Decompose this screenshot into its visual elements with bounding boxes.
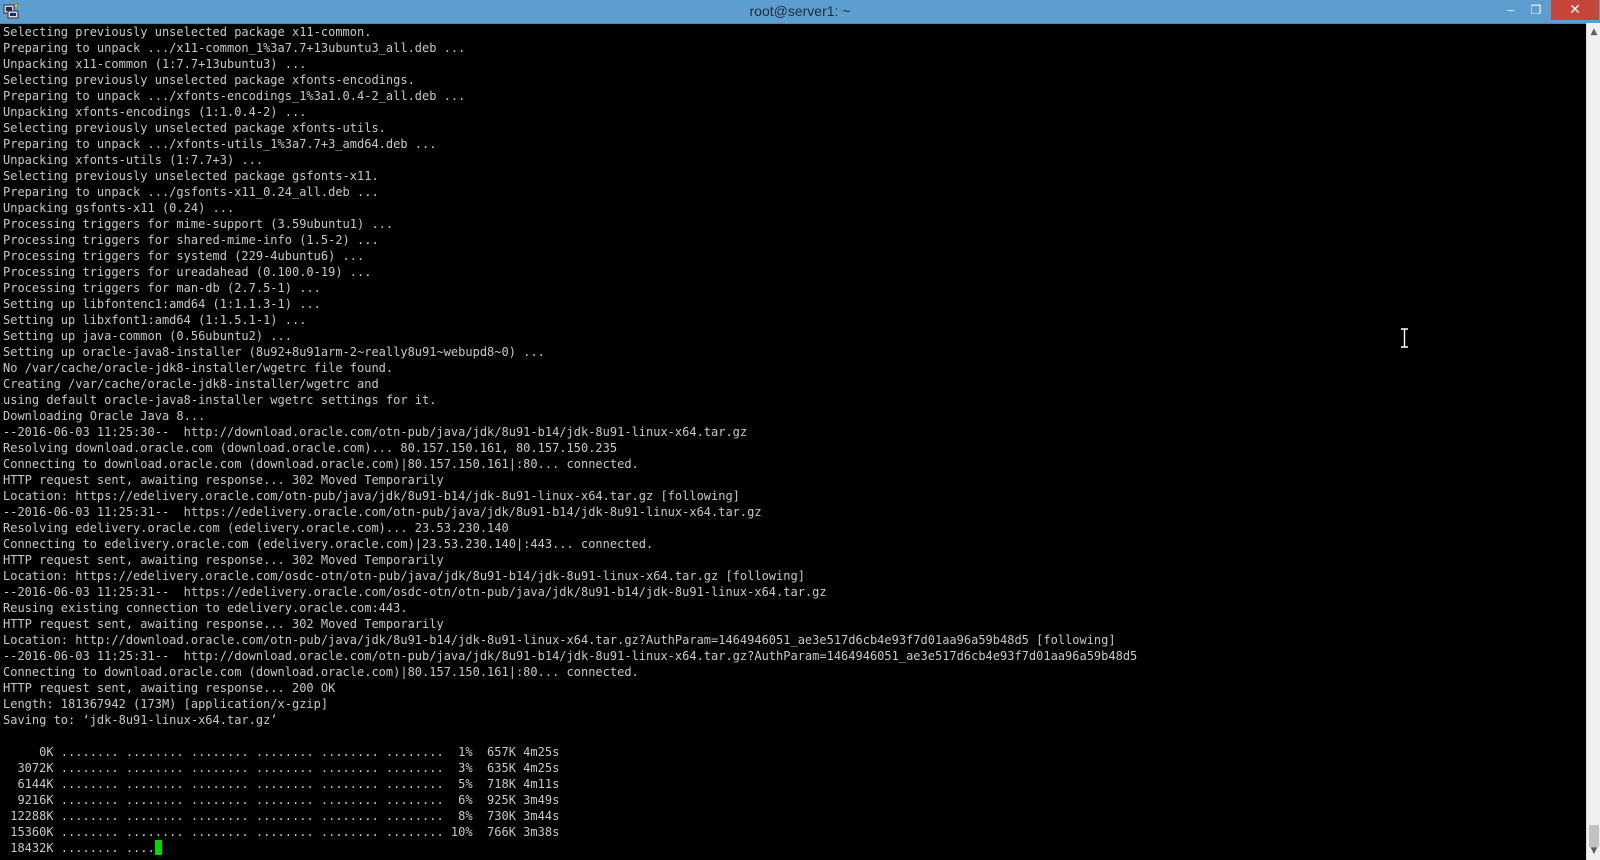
terminal-line: Connecting to edelivery.oracle.com (edel…	[3, 537, 654, 551]
terminal-line: Unpacking xfonts-encodings (1:1.0.4-2) .…	[3, 105, 307, 119]
terminal-line: Processing triggers for mime-support (3.…	[3, 217, 394, 231]
terminal-line: 9216K ........ ........ ........ .......…	[3, 793, 560, 807]
terminal-line: Selecting previously unselected package …	[3, 169, 379, 183]
terminal-line: Processing triggers for shared-mime-info…	[3, 233, 379, 247]
terminal-line: Setting up libxfont1:amd64 (1:1.5.1-1) .…	[3, 313, 307, 327]
terminal-line: Creating /var/cache/oracle-jdk8-installe…	[3, 377, 379, 391]
terminal-line: --2016-06-03 11:25:31-- https://edeliver…	[3, 505, 762, 519]
window-title: root@server1: ~	[749, 3, 851, 19]
terminal-line: --2016-06-03 11:25:31-- https://edeliver…	[3, 585, 827, 599]
scroll-down-arrow-icon[interactable]: ▼	[1587, 844, 1600, 858]
terminal-line: HTTP request sent, awaiting response... …	[3, 681, 336, 695]
terminal-cursor	[154, 840, 162, 855]
terminal-line: Saving to: ‘jdk-8u91-linux-x64.tar.gz’	[3, 713, 278, 727]
terminal-line: Setting up java-common (0.56ubuntu2) ...	[3, 329, 292, 343]
title-bar[interactable]: root@server1: ~ ‒ ❐ ✕	[0, 0, 1600, 24]
terminal-line: Unpacking xfonts-utils (1:7.7+3) ...	[3, 153, 264, 167]
terminal-line: 0K ........ ........ ........ ........ .…	[3, 745, 560, 759]
terminal-line: Connecting to download.oracle.com (downl…	[3, 457, 639, 471]
terminal-line: --2016-06-03 11:25:30-- http://download.…	[3, 425, 748, 439]
terminal-line: Resolving download.oracle.com (download.…	[3, 441, 618, 455]
terminal-line: --2016-06-03 11:25:31-- http://download.…	[3, 649, 1138, 663]
minimize-button[interactable]: ‒	[1499, 0, 1523, 20]
terminal-line: Length: 181367942 (173M) [application/x-…	[3, 697, 329, 711]
text-cursor-icon	[1401, 328, 1408, 348]
terminal-line: Unpacking x11-common (1:7.7+13ubuntu3) .…	[3, 57, 307, 71]
terminal-line: Connecting to download.oracle.com (downl…	[3, 665, 639, 679]
terminal-line: HTTP request sent, awaiting response... …	[3, 617, 444, 631]
terminal-line: Preparing to unpack .../x11-common_1%3a7…	[3, 41, 466, 55]
terminal-window: root@server1: ~ ‒ ❐ ✕ Selecting previous…	[0, 0, 1600, 860]
terminal-line: HTTP request sent, awaiting response... …	[3, 473, 444, 487]
terminal-line: Processing triggers for systemd (229-4ub…	[3, 249, 365, 263]
terminal-line: 6144K ........ ........ ........ .......…	[3, 777, 560, 791]
terminal-line: Preparing to unpack .../xfonts-encodings…	[3, 89, 466, 103]
terminal-line: Location: http://download.oracle.com/otn…	[3, 633, 1116, 647]
terminal-line: Selecting previously unselected package …	[3, 73, 415, 87]
terminal-line: 3072K ........ ........ ........ .......…	[3, 761, 560, 775]
terminal-line: 15360K ........ ........ ........ ......…	[3, 825, 560, 839]
terminal-line: Location: https://edelivery.oracle.com/o…	[3, 569, 805, 583]
terminal-line: Reusing existing connection to edelivery…	[3, 601, 408, 615]
terminal-line: Resolving edelivery.oracle.com (edeliver…	[3, 521, 509, 535]
terminal-line: using default oracle-java8-installer wge…	[3, 393, 437, 407]
vertical-scrollbar[interactable]: ▲ ▼	[1586, 23, 1600, 860]
terminal-line: 12288K ........ ........ ........ ......…	[3, 809, 560, 823]
terminal-line: Location: https://edelivery.oracle.com/o…	[3, 489, 740, 503]
terminal-line: Selecting previously unselected package …	[3, 121, 386, 135]
terminal-line: Downloading Oracle Java 8...	[3, 409, 206, 423]
terminal-line: HTTP request sent, awaiting response... …	[3, 553, 444, 567]
terminal-line: Preparing to unpack .../xfonts-utils_1%3…	[3, 137, 437, 151]
terminal-line: Setting up libfontenc1:amd64 (1:1.1.3-1)…	[3, 297, 321, 311]
maximize-button[interactable]: ❐	[1523, 0, 1549, 20]
terminal-line: Unpacking gsfonts-x11 (0.24) ...	[3, 201, 235, 215]
terminal-line: Processing triggers for man-db (2.7.5-1)…	[3, 281, 321, 295]
terminal-current-line: 18432K ........ ....	[3, 840, 1583, 856]
terminal-line: Setting up oracle-java8-installer (8u92+…	[3, 345, 545, 359]
terminal-line: Selecting previously unselected package …	[3, 25, 372, 39]
close-button[interactable]: ✕	[1551, 0, 1599, 20]
terminal-line: No /var/cache/oracle-jdk8-installer/wget…	[3, 361, 394, 375]
terminal-output[interactable]: Selecting previously unselected package …	[3, 24, 1583, 860]
terminal-line: Preparing to unpack .../gsfonts-x11_0.24…	[3, 185, 379, 199]
scroll-up-arrow-icon[interactable]: ▲	[1587, 25, 1600, 39]
terminal-line: Processing triggers for ureadahead (0.10…	[3, 265, 372, 279]
current-line-text: 18432K ........ ....	[3, 841, 155, 855]
